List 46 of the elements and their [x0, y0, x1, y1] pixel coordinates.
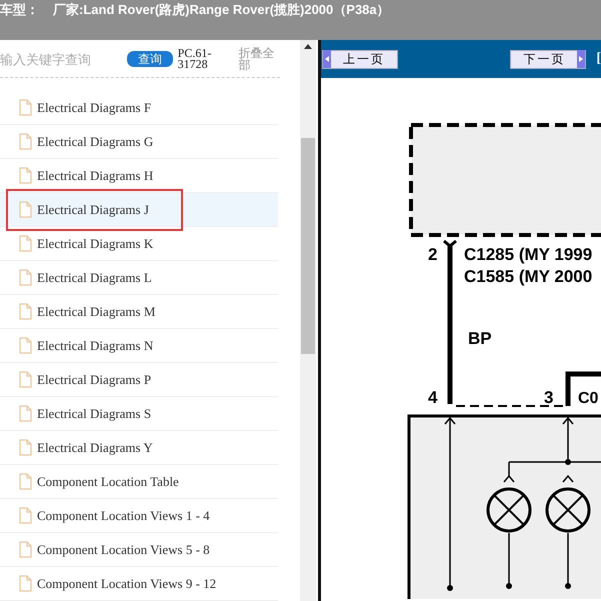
- vehicle-title: 厂家:Land Rover(路虎)Range Rover(揽胜)2000（P38a）: [53, 1, 390, 19]
- diagram-label: C1585 (MY 2000: [464, 267, 592, 286]
- tree-item[interactable]: Electrical Diagrams L: [0, 261, 278, 295]
- file-icon: [19, 99, 32, 116]
- diagram-label: C1285 (MY 1999: [464, 245, 592, 264]
- refresh-link[interactable]: [: [596, 51, 601, 67]
- tree-item[interactable]: Electrical Diagrams G: [0, 125, 278, 159]
- title-label: 车型：: [0, 1, 39, 19]
- tree-item[interactable]: Electrical Diagrams K: [0, 227, 278, 261]
- file-icon: [19, 473, 32, 490]
- tree-item[interactable]: Electrical Diagrams S: [0, 397, 278, 431]
- tree-item[interactable]: Component Location Views 1 - 4: [0, 499, 278, 533]
- tree-item[interactable]: Electrical Diagrams P: [0, 363, 278, 397]
- file-icon: [19, 371, 32, 388]
- file-icon: [19, 507, 32, 524]
- diagram-label: 4: [428, 388, 438, 407]
- tree-item[interactable]: Electrical Diagrams N: [0, 329, 278, 363]
- scrollbar-thumb[interactable]: [301, 138, 315, 354]
- file-icon: [19, 269, 32, 286]
- tree-item[interactable]: Electrical Diagrams Y: [0, 431, 278, 465]
- tree-item[interactable]: Electrical Diagrams F: [0, 91, 278, 125]
- file-icon: [19, 167, 32, 184]
- tree-item[interactable]: Component Location Table: [0, 465, 278, 499]
- next-page-button[interactable]: 下一页: [510, 50, 586, 68]
- diagram-label: C0: [578, 390, 598, 407]
- part-code: PC.61-31728: [178, 48, 212, 70]
- file-icon: [19, 201, 32, 218]
- diagram-label: 3: [544, 388, 554, 407]
- file-icon: [19, 235, 32, 252]
- search-field[interactable]: 输入关键字查询: [0, 52, 122, 68]
- scroll-up-icon[interactable]: [304, 44, 312, 49]
- diagram-label: BP: [468, 329, 492, 348]
- file-icon: [19, 337, 32, 354]
- file-icon: [19, 575, 32, 592]
- file-icon: [19, 439, 32, 456]
- tree-item[interactable]: Electrical Diagrams M: [0, 295, 278, 329]
- diagram-label: 2: [428, 245, 438, 264]
- file-icon: [19, 133, 32, 150]
- tree-item[interactable]: Component Location Views 5 - 8: [0, 533, 278, 567]
- tree-item[interactable]: Component Location Views 9 - 12: [0, 567, 278, 601]
- file-icon: [19, 405, 32, 422]
- search-button[interactable]: 查询: [127, 50, 173, 66]
- prev-page-button[interactable]: 上一页: [322, 50, 398, 68]
- scrollbar[interactable]: [300, 40, 316, 601]
- file-icon: [19, 541, 32, 558]
- file-icon: [19, 303, 32, 320]
